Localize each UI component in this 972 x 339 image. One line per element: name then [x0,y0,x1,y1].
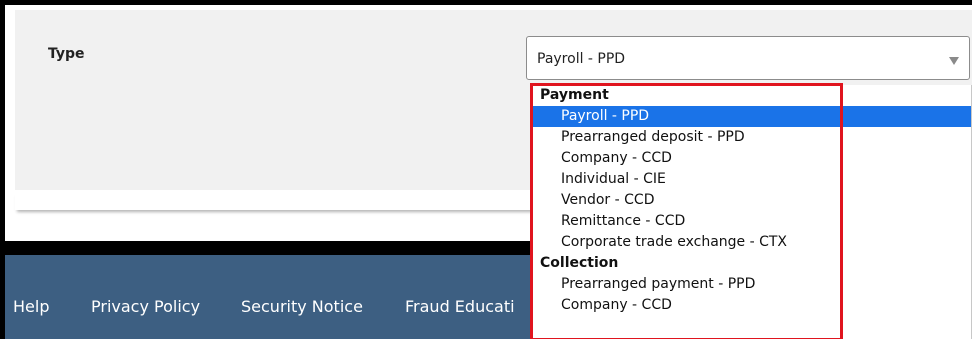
type-select[interactable]: Payroll - PPD [526,36,970,80]
option-corporate-trade-exchange-ctx[interactable]: Corporate trade exchange - CTX [531,232,971,253]
footer-link-help[interactable]: Help [13,297,49,316]
footer-link-security-notice[interactable]: Security Notice [241,297,363,316]
footer-link-fraud-education[interactable]: Fraud Educati [405,297,515,316]
type-select-value: Payroll - PPD [537,51,626,67]
page-frame: Type Payroll - PPD Help Privacy Policy S… [5,5,972,339]
option-company-ccd[interactable]: Company - CCD [531,148,971,169]
option-prearranged-deposit-ppd[interactable]: Prearranged deposit - PPD [531,127,971,148]
option-prearranged-payment-ppd[interactable]: Prearranged payment - PPD [531,274,971,295]
type-label: Type [48,46,85,62]
option-remittance-ccd[interactable]: Remittance - CCD [531,211,971,232]
option-individual-cie[interactable]: Individual - CIE [531,169,971,190]
option-payroll-ppd[interactable]: Payroll - PPD [531,106,971,127]
option-collection-company-ccd[interactable]: Company - CCD [531,295,971,316]
dropdown-arrow-icon[interactable] [949,57,959,65]
footer-link-privacy-policy[interactable]: Privacy Policy [91,297,200,316]
type-dropdown-list[interactable]: Payment Payroll - PPD Prearranged deposi… [530,85,972,339]
optgroup-payment: Payment [540,87,609,103]
option-vendor-ccd[interactable]: Vendor - CCD [531,190,971,211]
optgroup-collection: Collection [540,255,619,271]
